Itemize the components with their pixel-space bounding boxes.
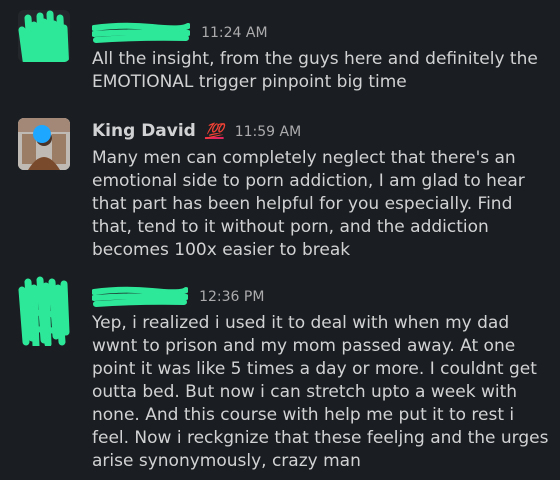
message-text: All the insight, from the guys here and … [92,49,538,92]
author-name-redacted[interactable] [92,286,188,308]
avatar[interactable] [18,10,70,62]
avatar-photo [18,118,70,170]
redaction-scribble [18,276,70,346]
hundred-points-icon: 💯 [204,122,224,140]
message-text: Many men can completely neglect that the… [92,148,525,260]
message-3: 12:36 PM Yep, i realized i used it to de… [0,272,560,480]
message-header: 12:36 PM [92,284,552,308]
message-header: 11:24 AM [92,20,552,44]
message-1: 11:24 AM All the insight, from the guys … [0,0,560,100]
author-name-redacted[interactable] [92,22,190,44]
avatar[interactable] [18,118,70,170]
message-text: Yep, i realized i used it to deal with w… [92,313,549,471]
message-header: King David 💯 11:59 AM [92,119,552,143]
timestamp[interactable]: 11:59 AM [235,124,301,140]
timestamp[interactable]: 12:36 PM [199,289,264,305]
redaction-scribble [18,10,70,62]
author-name[interactable]: King David [92,121,196,141]
avatar[interactable] [18,276,70,346]
message-2: King David 💯 11:59 AM Many men can compl… [0,105,560,265]
timestamp[interactable]: 11:24 AM [201,25,267,41]
